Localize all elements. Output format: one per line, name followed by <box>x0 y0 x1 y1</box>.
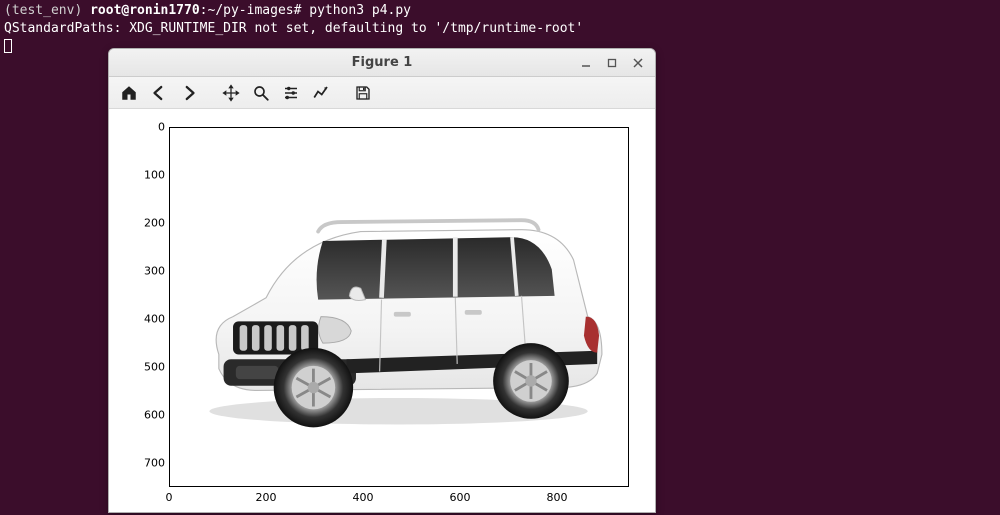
y-tick-label: 0 <box>135 121 165 134</box>
y-tick-label: 100 <box>135 169 165 182</box>
y-tick-label: 300 <box>135 265 165 278</box>
save-button[interactable] <box>351 81 375 105</box>
x-tick-label: 800 <box>547 491 568 504</box>
configure-subplots-button[interactable] <box>279 81 303 105</box>
figure-window: Figure 1 <box>108 48 656 513</box>
pan-button[interactable] <box>219 81 243 105</box>
venv-label: (test_env) <box>4 3 90 18</box>
y-tick-label: 500 <box>135 361 165 374</box>
maximize-button[interactable] <box>599 52 625 74</box>
close-button[interactable] <box>625 52 651 74</box>
y-tick-label: 400 <box>135 313 165 326</box>
x-tick-label: 0 <box>166 491 173 504</box>
user-host: root@ronin1770 <box>90 3 200 18</box>
minimize-button[interactable] <box>573 52 599 74</box>
cursor <box>4 39 12 53</box>
x-tick-label: 600 <box>450 491 471 504</box>
x-tick-label: 200 <box>256 491 277 504</box>
zoom-button[interactable] <box>249 81 273 105</box>
axes-area[interactable] <box>169 127 629 487</box>
y-tick-label: 700 <box>135 457 165 470</box>
plot-canvas[interactable]: 0 100 200 300 400 500 600 700 0 200 400 … <box>109 109 655 512</box>
window-controls <box>573 49 651 77</box>
window-title: Figure 1 <box>352 55 413 70</box>
y-tick-label: 600 <box>135 409 165 422</box>
y-tick-label: 200 <box>135 217 165 230</box>
stdout-line: QStandardPaths: XDG_RUNTIME_DIR not set,… <box>4 21 583 36</box>
car-icon <box>181 164 616 450</box>
edit-axis-button[interactable] <box>309 81 333 105</box>
forward-button[interactable] <box>177 81 201 105</box>
home-button[interactable] <box>117 81 141 105</box>
titlebar[interactable]: Figure 1 <box>109 49 655 77</box>
matplotlib-toolbar <box>109 77 655 109</box>
path: :~/py-images# <box>200 3 310 18</box>
displayed-image <box>170 128 628 486</box>
x-tick-label: 400 <box>353 491 374 504</box>
back-button[interactable] <box>147 81 171 105</box>
command: python3 p4.py <box>309 3 411 18</box>
